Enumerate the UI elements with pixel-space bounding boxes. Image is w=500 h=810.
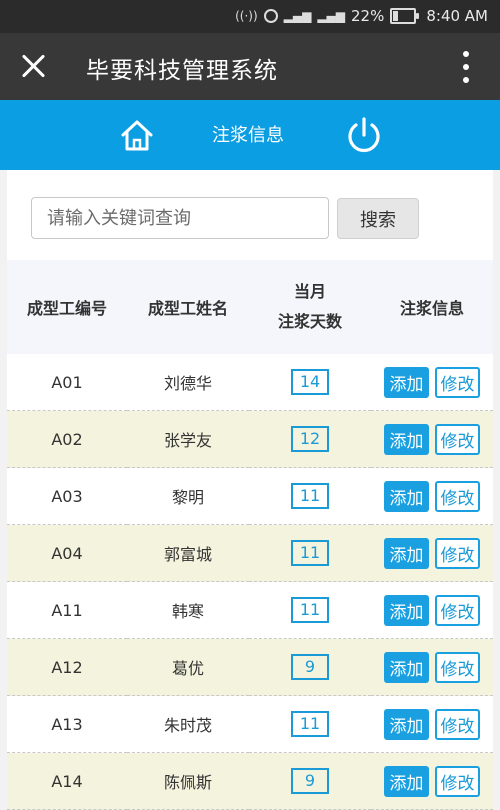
table-header-row: 成型工编号 成型工姓名 当月 注浆天数 注浆信息 bbox=[7, 260, 493, 354]
worker-code: A04 bbox=[7, 524, 127, 582]
table-row: A02 张学友 12 添加 修改 bbox=[7, 410, 493, 468]
worker-name: 郭富城 bbox=[127, 524, 249, 582]
table-row: A11 韩寒 11 添加 修改 bbox=[7, 581, 493, 639]
app-title: 毕要科技管理系统 bbox=[86, 58, 278, 84]
worker-name: 张学友 bbox=[127, 410, 249, 468]
worker-name: 陈佩斯 bbox=[127, 752, 249, 810]
edit-button[interactable]: 修改 bbox=[435, 537, 480, 569]
add-button[interactable]: 添加 bbox=[384, 651, 429, 683]
nav-label: 注浆信息 bbox=[212, 125, 284, 146]
battery-icon bbox=[390, 8, 420, 24]
actions-cell: 添加 修改 bbox=[371, 752, 493, 810]
actions-cell: 添加 修改 bbox=[371, 354, 493, 411]
table-row: A13 朱时茂 11 添加 修改 bbox=[7, 695, 493, 753]
actions-cell: 添加 修改 bbox=[371, 410, 493, 468]
worker-code: A11 bbox=[7, 581, 127, 639]
worker-name: 刘德华 bbox=[127, 354, 249, 411]
actions-cell: 添加 修改 bbox=[371, 695, 493, 753]
search-input[interactable] bbox=[31, 197, 329, 239]
worker-name: 韩寒 bbox=[127, 581, 249, 639]
actions-cell: 添加 修改 bbox=[371, 638, 493, 696]
worker-name: 葛优 bbox=[127, 638, 249, 696]
content-card: 搜索 成型工编号 成型工姓名 当月 注浆天数 注浆信息 A01刘德华14添加修改… bbox=[7, 170, 493, 810]
worker-code: A02 bbox=[7, 410, 127, 468]
worker-code: A12 bbox=[7, 638, 127, 696]
edit-button[interactable]: 修改 bbox=[435, 594, 480, 626]
days-cell: 14 bbox=[249, 354, 371, 411]
days-cell: 9 bbox=[249, 638, 371, 696]
edit-button[interactable]: 修改 bbox=[435, 765, 480, 797]
days-badge: 9 bbox=[291, 654, 329, 680]
edit-button[interactable]: 修改 bbox=[435, 366, 480, 398]
add-button[interactable]: 添加 bbox=[384, 708, 429, 740]
nav-bar: 注浆信息 bbox=[0, 100, 500, 170]
signal-icon: ▂▄▆ bbox=[283, 9, 312, 23]
header-days-line1: 当月 bbox=[293, 282, 326, 301]
days-badge: 11 bbox=[291, 540, 329, 566]
edit-button[interactable]: 修改 bbox=[435, 651, 480, 683]
grouting-table: 成型工编号 成型工姓名 当月 注浆天数 注浆信息 A01 刘德华 14 添加 修改 A02… bbox=[7, 260, 493, 810]
days-cell: 11 bbox=[249, 581, 371, 639]
days-badge: 11 bbox=[291, 597, 329, 623]
header-info: 注浆信息 bbox=[371, 260, 493, 354]
home-icon[interactable] bbox=[119, 118, 155, 152]
add-button[interactable]: 添加 bbox=[384, 537, 429, 569]
table-row: A04 郭富城 11 添加 修改 bbox=[7, 524, 493, 582]
days-cell: 11 bbox=[249, 467, 371, 525]
add-button[interactable]: 添加 bbox=[384, 480, 429, 512]
table-row: A14 陈佩斯 9 添加 修改 bbox=[7, 752, 493, 810]
search-button[interactable]: 搜索 bbox=[337, 198, 419, 239]
close-icon[interactable] bbox=[18, 50, 50, 82]
days-cell: 9 bbox=[249, 752, 371, 810]
worker-code: A03 bbox=[7, 467, 127, 525]
more-menu-icon[interactable] bbox=[462, 51, 470, 83]
days-cell: 11 bbox=[249, 695, 371, 753]
actions-cell: 添加 修改 bbox=[371, 524, 493, 582]
power-icon[interactable] bbox=[345, 115, 383, 155]
battery-percent: 22% bbox=[351, 7, 385, 25]
worker-code: A14 bbox=[7, 752, 127, 810]
table-row: A03 黎明 11 添加 修改 bbox=[7, 467, 493, 525]
table-row: A12 葛优 9 添加 修改 bbox=[7, 638, 493, 696]
days-badge: 14 bbox=[291, 369, 329, 395]
edit-button[interactable]: 修改 bbox=[435, 708, 480, 740]
add-button[interactable]: 添加 bbox=[384, 366, 429, 398]
status-bar: ((·)) ▂▄▆ ▂▄▆ 22% 8:40 AM bbox=[0, 0, 500, 33]
worker-code: A01 bbox=[7, 354, 127, 411]
days-cell: 11 bbox=[249, 524, 371, 582]
hotspot-icon: ((·)) bbox=[235, 9, 258, 23]
clock: 8:40 AM bbox=[426, 7, 488, 25]
app-bar: 毕要科技管理系统 bbox=[0, 33, 500, 100]
actions-cell: 添加 修改 bbox=[371, 581, 493, 639]
worker-code: A13 bbox=[7, 695, 127, 753]
actions-cell: 添加 修改 bbox=[371, 467, 493, 525]
edit-button[interactable]: 修改 bbox=[435, 480, 480, 512]
worker-name: 朱时茂 bbox=[127, 695, 249, 753]
header-code: 成型工编号 bbox=[7, 260, 127, 354]
header-days: 当月 注浆天数 bbox=[249, 260, 371, 354]
worker-name: 黎明 bbox=[127, 467, 249, 525]
days-badge: 9 bbox=[291, 768, 329, 794]
add-button[interactable]: 添加 bbox=[384, 594, 429, 626]
add-button[interactable]: 添加 bbox=[384, 423, 429, 455]
days-cell: 12 bbox=[249, 410, 371, 468]
header-name: 成型工姓名 bbox=[127, 260, 249, 354]
alarm-icon bbox=[263, 9, 278, 23]
days-badge: 12 bbox=[291, 426, 329, 452]
days-badge: 11 bbox=[291, 483, 329, 509]
edit-button[interactable]: 修改 bbox=[435, 423, 480, 455]
table-row: A01 刘德华 14 添加 修改 bbox=[7, 354, 493, 411]
header-days-line2: 注浆天数 bbox=[277, 312, 342, 331]
signal-icon: ▂▄▆ bbox=[317, 9, 345, 23]
days-badge: 11 bbox=[291, 711, 329, 737]
add-button[interactable]: 添加 bbox=[384, 765, 429, 797]
